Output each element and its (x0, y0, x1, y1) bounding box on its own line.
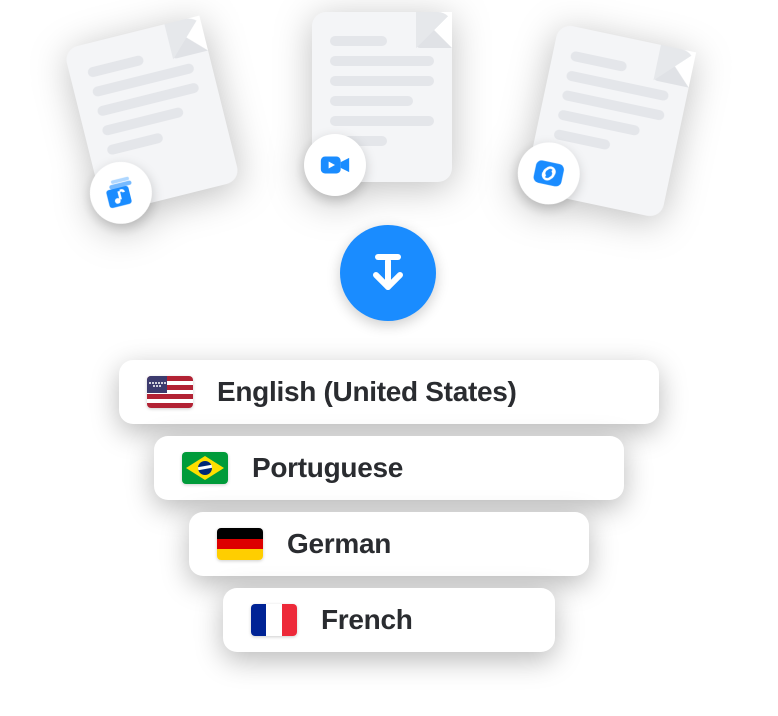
audio-badge (83, 155, 158, 230)
download-arrow-icon (364, 249, 412, 297)
flag-fr-icon (251, 604, 297, 636)
language-label: Portuguese (252, 452, 403, 484)
language-row-portuguese: Portuguese (154, 436, 624, 500)
language-list: English (United States) Portuguese Germa… (0, 360, 778, 652)
flag-br-icon (182, 452, 228, 484)
link-badge (512, 137, 586, 211)
music-library-icon (100, 172, 141, 213)
document-audio (64, 16, 241, 215)
language-row-english-us: English (United States) (119, 360, 659, 424)
document-text-lines (87, 43, 210, 155)
language-row-french: French (223, 588, 555, 652)
download-arrow-circle (340, 225, 436, 321)
language-label: English (United States) (217, 376, 517, 408)
flag-de-icon (217, 528, 263, 560)
language-row-german: German (189, 512, 589, 576)
document-video (312, 12, 452, 182)
flag-us-icon (147, 376, 193, 408)
document-text-lines (330, 36, 434, 146)
link-icon (529, 153, 569, 193)
language-label: German (287, 528, 391, 560)
language-label: French (321, 604, 413, 636)
video-badge (304, 134, 366, 196)
illustration-stage: English (United States) Portuguese Germa… (0, 0, 778, 716)
document-text-lines (553, 51, 673, 161)
video-icon (318, 148, 352, 182)
document-link (524, 23, 696, 218)
